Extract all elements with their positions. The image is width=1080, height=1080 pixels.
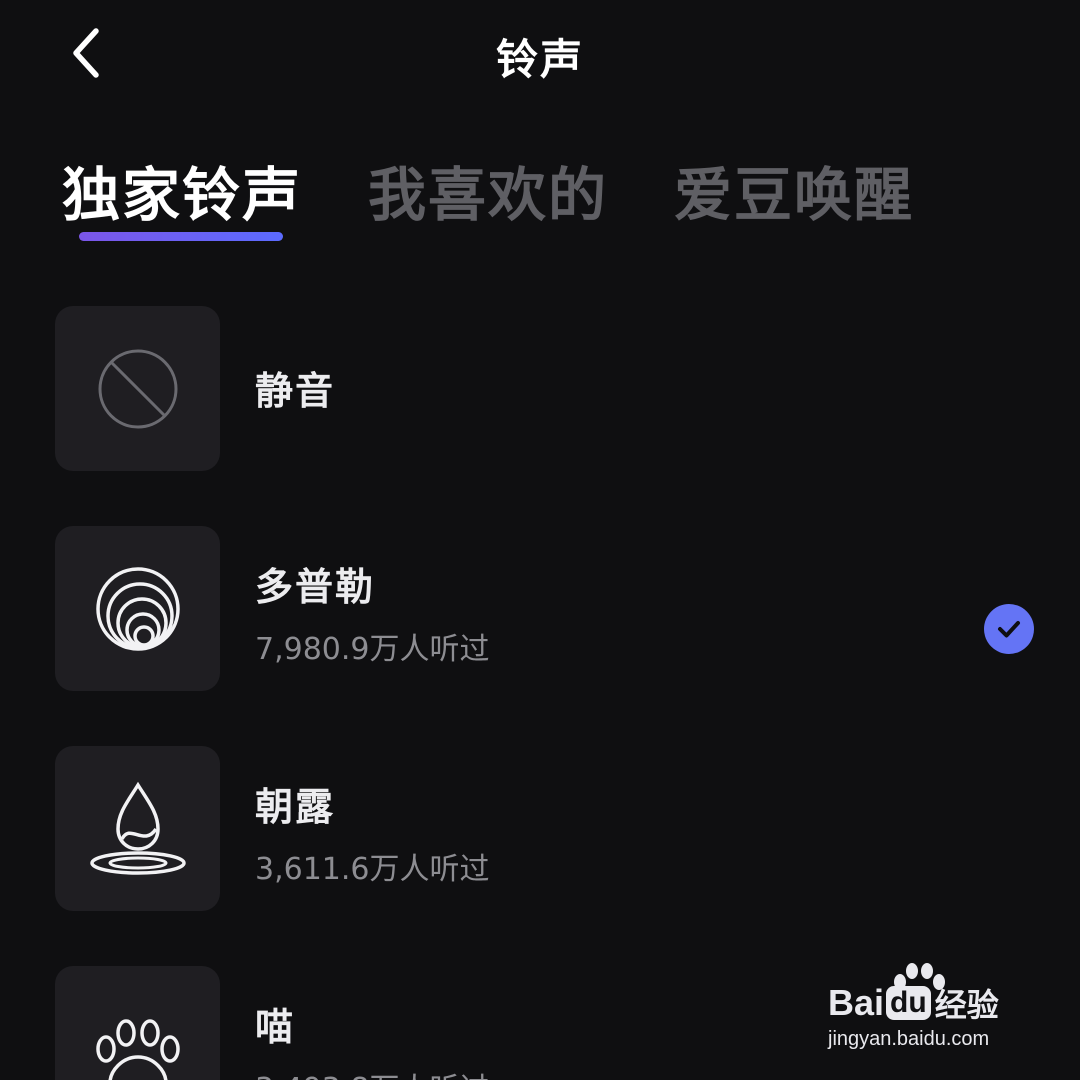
doppler-rings-icon bbox=[95, 566, 180, 651]
mute-icon bbox=[98, 349, 177, 428]
ringtone-item-morning-dew[interactable]: 朝露 3,611.6万人听过 bbox=[0, 746, 1080, 912]
ringtone-thumbnail bbox=[55, 306, 220, 471]
top-bar: 铃声 bbox=[0, 0, 1080, 110]
tab-bar: 独家铃声 我喜欢的 爱豆唤醒 bbox=[0, 140, 1080, 250]
page-title: 铃声 bbox=[495, 35, 584, 84]
ringtone-name: 多普勒 bbox=[255, 565, 376, 609]
watermark-du: du bbox=[886, 986, 931, 1020]
ringtone-item-mute[interactable]: 静音 bbox=[0, 306, 1080, 472]
ringtone-listen-count: 7,980.9万人听过 bbox=[255, 632, 490, 667]
watermark-jingyan: 经验 bbox=[934, 986, 999, 1024]
ringtone-thumbnail bbox=[55, 966, 220, 1080]
tab-my-favorites[interactable]: 我喜欢的 bbox=[368, 148, 608, 232]
ringtone-name: 静音 bbox=[255, 369, 336, 413]
tab-idol-wakeup[interactable]: 爱豆唤醒 bbox=[674, 148, 914, 232]
ringtone-name: 朝露 bbox=[255, 785, 336, 829]
ringtone-listen-count: 3,611.6万人听过 bbox=[255, 852, 490, 887]
watermark-brand: Bai du 经验 bbox=[828, 980, 999, 1026]
ringtone-listen-count: 3,493.8万人听过 bbox=[255, 1064, 490, 1080]
active-tab-indicator bbox=[79, 232, 283, 241]
ringtone-item-doppler[interactable]: 多普勒 7,980.9万人听过 bbox=[0, 526, 1080, 692]
water-drop-icon bbox=[89, 781, 186, 875]
baidu-jingyan-watermark: Bai du 经验 jingyan.baidu.com bbox=[828, 962, 1068, 1062]
ringtone-thumbnail bbox=[55, 746, 220, 911]
watermark-url: jingyan.baidu.com bbox=[828, 1028, 990, 1050]
selected-badge bbox=[984, 604, 1034, 654]
ringtone-name: 喵 bbox=[255, 1005, 296, 1049]
tab-exclusive-ringtones[interactable]: 独家铃声 bbox=[62, 148, 302, 232]
ringtone-thumbnail bbox=[55, 526, 220, 691]
ringtone-screen: 铃声 独家铃声 我喜欢的 爱豆唤醒 静音 多普勒 7,980.9万人听过 朝露 … bbox=[0, 0, 1080, 1080]
paw-icon bbox=[95, 1018, 180, 1080]
watermark-bai: Bai bbox=[828, 982, 885, 1023]
check-icon bbox=[998, 621, 1020, 638]
